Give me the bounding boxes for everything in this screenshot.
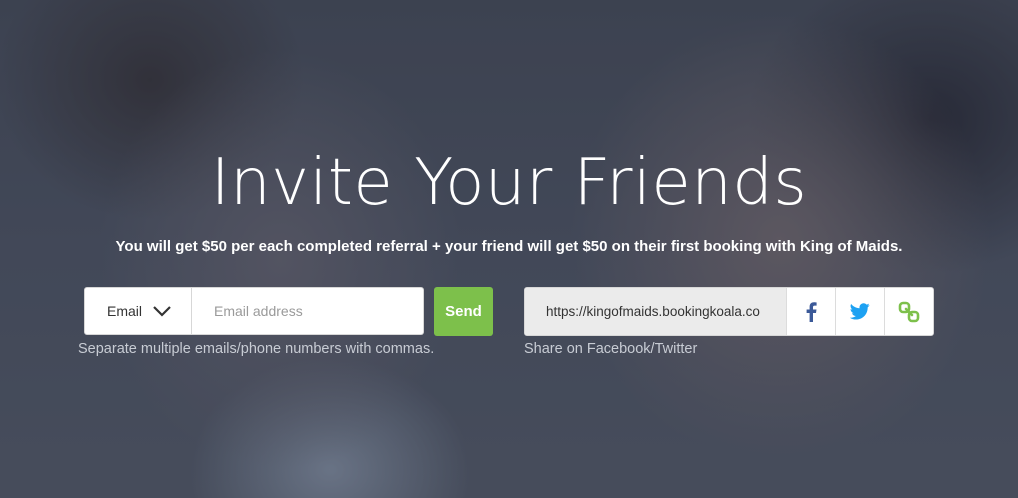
- chevron-down-icon: [153, 306, 171, 317]
- facebook-share-button[interactable]: [786, 288, 836, 335]
- email-address-input[interactable]: [192, 287, 424, 335]
- hero-section: Invite Your Friends You will get $50 per…: [0, 0, 1018, 498]
- invite-input-group: Email: [84, 287, 424, 337]
- link-icon: [898, 301, 920, 322]
- invite-hint: Separate multiple emails/phone numbers w…: [78, 341, 435, 357]
- copy-link-button[interactable]: [884, 288, 933, 335]
- twitter-share-button[interactable]: [835, 288, 885, 335]
- invite-method-select[interactable]: Email: [84, 287, 192, 335]
- share-label: Share on Facebook/Twitter: [524, 341, 698, 357]
- invite-method-value: Email: [107, 303, 143, 319]
- twitter-icon: [850, 303, 870, 320]
- share-link-group: https://kingofmaids.bookingkoala.co: [524, 287, 934, 336]
- referral-url-field[interactable]: https://kingofmaids.bookingkoala.co: [525, 288, 787, 335]
- hero-content: Invite Your Friends You will get $50 per…: [0, 0, 1018, 498]
- facebook-icon: [806, 301, 817, 322]
- referral-subtitle: You will get $50 per each completed refe…: [115, 238, 903, 255]
- send-button[interactable]: Send: [434, 287, 493, 336]
- page-title: Invite Your Friends: [210, 146, 808, 220]
